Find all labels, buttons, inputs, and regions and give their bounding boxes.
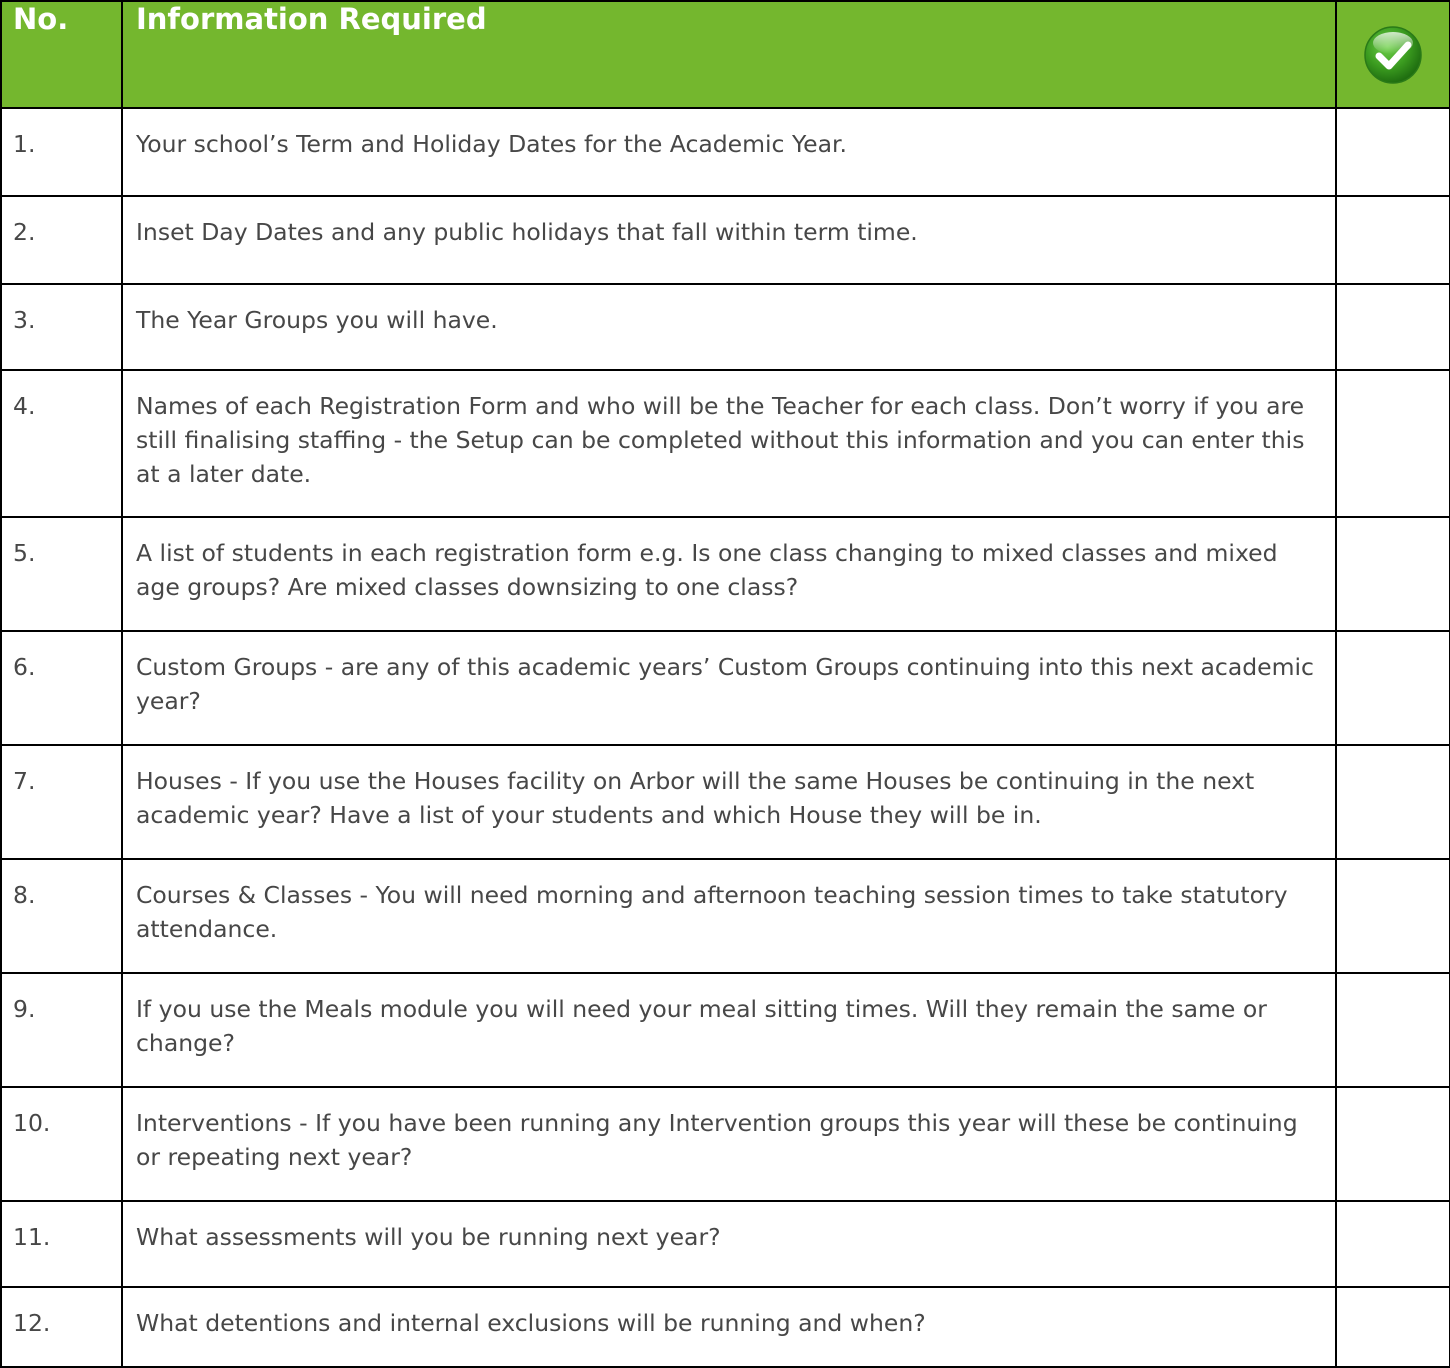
row-information: Interventions - If you have been running… [121,1086,1337,1202]
check-column-header [1335,0,1450,109]
row-checkbox-cell[interactable] [1335,1286,1450,1368]
row-number: 3. [0,283,123,371]
row-checkbox-cell[interactable] [1335,972,1450,1088]
row-information: A list of students in each registration … [121,516,1337,632]
row-number: 8. [0,858,123,974]
row-number: 10. [0,1086,123,1202]
table-row: 9. If you use the Meals module you will … [0,972,1450,1088]
table-row: 10. Interventions - If you have been run… [0,1086,1450,1202]
row-number: 5. [0,516,123,632]
row-checkbox-cell[interactable] [1335,195,1450,285]
row-information: Custom Groups - are any of this academic… [121,630,1337,746]
table-row: 4. Names of each Registration Form and w… [0,369,1450,518]
row-number: 12. [0,1286,123,1368]
row-checkbox-cell[interactable] [1335,283,1450,371]
table-row: 6. Custom Groups - are any of this acade… [0,630,1450,746]
table-row: 1. Your school’s Term and Holiday Dates … [0,107,1450,197]
row-checkbox-cell[interactable] [1335,1200,1450,1288]
row-number: 1. [0,107,123,197]
table-row: 2. Inset Day Dates and any public holida… [0,195,1450,285]
row-information: Your school’s Term and Holiday Dates for… [121,107,1337,197]
row-number: 6. [0,630,123,746]
row-information: The Year Groups you will have. [121,283,1337,371]
row-checkbox-cell[interactable] [1335,858,1450,974]
row-checkbox-cell[interactable] [1335,107,1450,197]
row-information: Courses & Classes - You will need mornin… [121,858,1337,974]
row-information: What assessments will you be running nex… [121,1200,1337,1288]
information-checklist-table: No. Information Required 1. Your school’… [0,0,1450,1368]
green-checkmark-badge-icon [1363,25,1423,85]
row-checkbox-cell[interactable] [1335,369,1450,518]
row-checkbox-cell[interactable] [1335,1086,1450,1202]
table-header-row: No. Information Required [0,0,1450,109]
table-row: 7. Houses - If you use the Houses facili… [0,744,1450,860]
row-information: Inset Day Dates and any public holidays … [121,195,1337,285]
row-number: 7. [0,744,123,860]
table-row: 8. Courses & Classes - You will need mor… [0,858,1450,974]
information-column-header: Information Required [121,0,1337,109]
row-information: If you use the Meals module you will nee… [121,972,1337,1088]
row-information: Names of each Registration Form and who … [121,369,1337,518]
table-row: 3. The Year Groups you will have. [0,283,1450,371]
table-row: 12. What detentions and internal exclusi… [0,1286,1450,1368]
row-number: 4. [0,369,123,518]
row-number: 9. [0,972,123,1088]
row-information: What detentions and internal exclusions … [121,1286,1337,1368]
row-checkbox-cell[interactable] [1335,516,1450,632]
number-column-header: No. [0,0,123,109]
table-row: 11. What assessments will you be running… [0,1200,1450,1288]
table-row: 5. A list of students in each registrati… [0,516,1450,632]
row-checkbox-cell[interactable] [1335,744,1450,860]
row-information: Houses - If you use the Houses facility … [121,744,1337,860]
row-checkbox-cell[interactable] [1335,630,1450,746]
row-number: 11. [0,1200,123,1288]
row-number: 2. [0,195,123,285]
